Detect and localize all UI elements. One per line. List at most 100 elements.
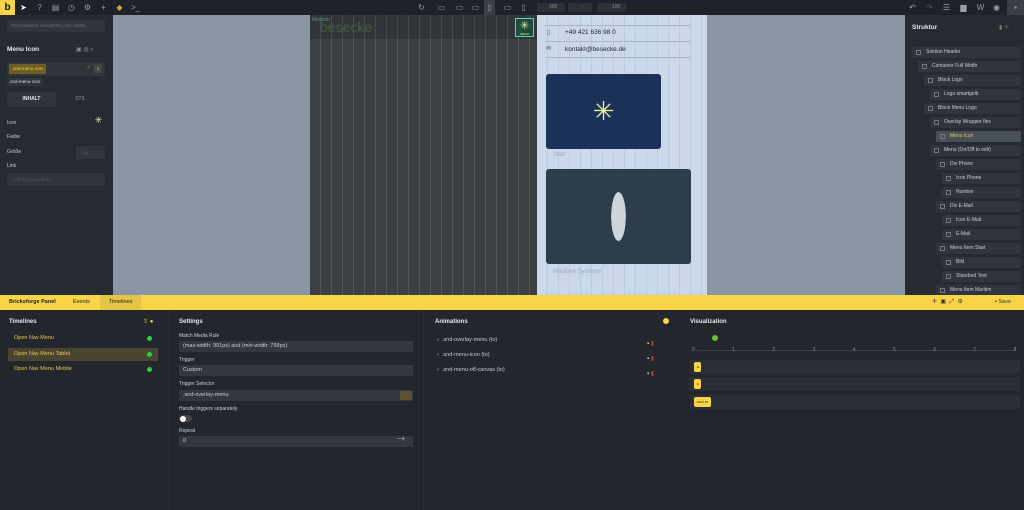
structure-node[interactable]: Logo smartgelb (930, 89, 1021, 100)
structure-node[interactable]: Standard Text (942, 271, 1021, 282)
repeat-label: Repeat (179, 428, 196, 434)
start-image[interactable]: ✳ (546, 74, 661, 149)
desktop-icon[interactable]: ▭ (436, 2, 447, 13)
phone-number[interactable]: +49 421 636 98 0 (565, 29, 616, 36)
icon-preview[interactable]: ✳ (93, 115, 104, 126)
mobile-landscape-icon[interactable]: ▭ (502, 2, 513, 13)
structure-node[interactable]: Container Full Width (918, 61, 1021, 72)
structure-node[interactable]: Menu Icon (936, 131, 1021, 142)
tab-stil[interactable]: STIL (56, 92, 105, 107)
menu-icon-button[interactable]: ✳ MENU (515, 18, 534, 37)
handle-triggers-label: Handle triggers separately (179, 406, 238, 412)
class-tag[interactable]: .snd-menu-icon (7, 78, 43, 86)
element-actions-icon[interactable]: ▣ ◍ ⌕ (76, 46, 94, 54)
preview-icon[interactable]: ◉ (991, 2, 1002, 13)
timeline-tick: 4 (852, 347, 856, 353)
tab-events[interactable]: Events (64, 295, 99, 310)
bricksforge-tabbar: Bricksforge Panel Events Timelines ✛ ▣ ⤢… (0, 295, 1024, 310)
class-chip[interactable]: .snd-menu-icon (9, 64, 47, 74)
structure-node[interactable]: Block Menu Logo (924, 103, 1021, 114)
zoom-input[interactable]: 100 (598, 3, 626, 12)
panel-tool-icons[interactable]: ✛ ▣ ⤢ ⚙ (932, 298, 963, 306)
timeline-item-selected[interactable]: Open Nav Menu Tablet (8, 348, 158, 361)
trigger-selector-label: Trigger Selector (179, 381, 215, 387)
add-animation-icon[interactable] (663, 318, 669, 324)
remove-class-icon[interactable]: × (87, 65, 90, 71)
handle-triggers-toggle[interactable] (179, 415, 192, 422)
animation-track: .snd-m (690, 395, 1020, 409)
help-icon[interactable]: ? (34, 2, 45, 13)
pointer-icon[interactable]: ➤ (18, 2, 29, 13)
animation-bar[interactable]: .s (694, 362, 701, 372)
maritime-image[interactable] (546, 169, 691, 264)
settings-icon[interactable]: ⚙ (82, 2, 93, 13)
match-media-input[interactable]: (max-width: 991px) and (min-width: 768px… (179, 341, 413, 352)
structure-node[interactable]: Number (942, 187, 1021, 198)
tab-bricksforge-panel[interactable]: Bricksforge Panel (0, 295, 65, 310)
undo-icon[interactable]: ↶ (907, 2, 918, 13)
timeline-tick: 5 (893, 347, 896, 353)
element-panel: Pseudoklasse auswählen oder erstell... M… (0, 15, 113, 295)
export-icon[interactable]: ⇪ ● (143, 318, 153, 325)
history-icon[interactable]: ◷ (66, 2, 77, 13)
structure-node[interactable]: Block Logo (924, 75, 1021, 86)
add-icon[interactable]: + (98, 2, 109, 13)
builder-logo[interactable]: b (0, 0, 15, 15)
timeline-item[interactable]: Open Nav Menu (8, 332, 158, 345)
tablet-landscape-icon[interactable]: ▭ (470, 2, 481, 13)
selector-picker-icon[interactable] (400, 391, 412, 400)
structure-node[interactable]: Menu Item Start (936, 243, 1021, 254)
structure-node[interactable]: Bild (942, 257, 1021, 268)
timeline-item[interactable]: Open Nav Menu Mobile (8, 363, 158, 376)
tab-inhalt[interactable]: INHALT (7, 92, 56, 107)
playhead-marker[interactable] (712, 335, 718, 341)
bricksforge-icon[interactable]: ◆ (114, 2, 125, 13)
structure-node[interactable]: Div E-Mail (936, 201, 1021, 212)
menu-item-start[interactable]: Start (553, 152, 566, 158)
structure-node[interactable]: Icon E-Mail (942, 215, 1021, 226)
repeat-input[interactable]: 0 (179, 436, 413, 447)
animation-item[interactable]: › .snd-menu-off-canvas (to) (437, 367, 505, 373)
laptop-icon[interactable]: ▭ (454, 2, 465, 13)
animation-item[interactable]: › .snd-overlay-menu (to) (437, 337, 497, 343)
structure-node[interactable]: Menu (On/Off to edit) (930, 145, 1021, 156)
animation-item[interactable]: › .snd-menu-icon (to) (437, 352, 490, 358)
phone-icon: ▯ (547, 30, 551, 36)
wpml-icon[interactable]: W (975, 2, 986, 13)
height-input[interactable]: - (568, 3, 592, 12)
save-button[interactable]: ▪ Save (995, 299, 1011, 305)
repeat-stepper[interactable]: −+ (397, 436, 405, 443)
groesse-label: Größe (7, 149, 22, 155)
width-input[interactable]: 990 (537, 3, 565, 12)
trigger-selector-input[interactable]: .snd-overlay-menu (179, 390, 413, 401)
terminal-icon[interactable]: >_ (130, 2, 141, 13)
animation-bar[interactable]: .snd-m (694, 397, 711, 407)
tab-timelines[interactable]: Timelines (100, 295, 142, 310)
structure-node[interactable]: Overlay Wrapper flex (930, 117, 1021, 128)
structure-node[interactable]: Div Phone (936, 159, 1021, 170)
settings-title: Settings (179, 319, 203, 325)
animation-actions[interactable]: ▪ ▮ ▪ ▮ ▪ ▮ (647, 337, 654, 382)
mobile-portrait-icon[interactable]: ▯ (518, 2, 529, 13)
menu-item-maritime[interactable]: Maritime Systeme (553, 269, 601, 275)
pseudo-class-input[interactable]: Pseudoklasse auswählen oder erstell... (7, 20, 105, 32)
structure-icon[interactable]: ☰ (941, 2, 952, 13)
email-address[interactable]: kontakt@besecke.de (565, 46, 626, 53)
save-icon[interactable]: ▪ (1007, 0, 1024, 15)
structure-node[interactable]: Sektion Header (912, 47, 1021, 58)
pages-icon[interactable]: ▤ (50, 2, 61, 13)
folder-icon[interactable]: ▆ (958, 2, 969, 13)
size-input[interactable]: Ypx (76, 146, 105, 159)
structure-actions-icon[interactable]: ▮ ✛ (999, 24, 1009, 31)
refresh-icon[interactable]: ↻ (416, 2, 427, 13)
email-icon: ✉ (546, 46, 552, 52)
timeline-tick: 6 (933, 347, 936, 353)
link-type-select[interactable]: Link-Typ auswählen (7, 173, 105, 186)
class-selector[interactable]: .snd-menu-icon × 1 (7, 62, 105, 76)
structure-node[interactable]: Icon Phone (942, 173, 1021, 184)
redo-icon[interactable]: ↷ (924, 2, 935, 13)
tablet-portrait-icon[interactable]: ▯ (484, 0, 495, 15)
structure-node[interactable]: E-Mail (942, 229, 1021, 240)
trigger-select[interactable]: Custom (179, 365, 413, 376)
animation-bar[interactable]: .s (694, 379, 701, 389)
